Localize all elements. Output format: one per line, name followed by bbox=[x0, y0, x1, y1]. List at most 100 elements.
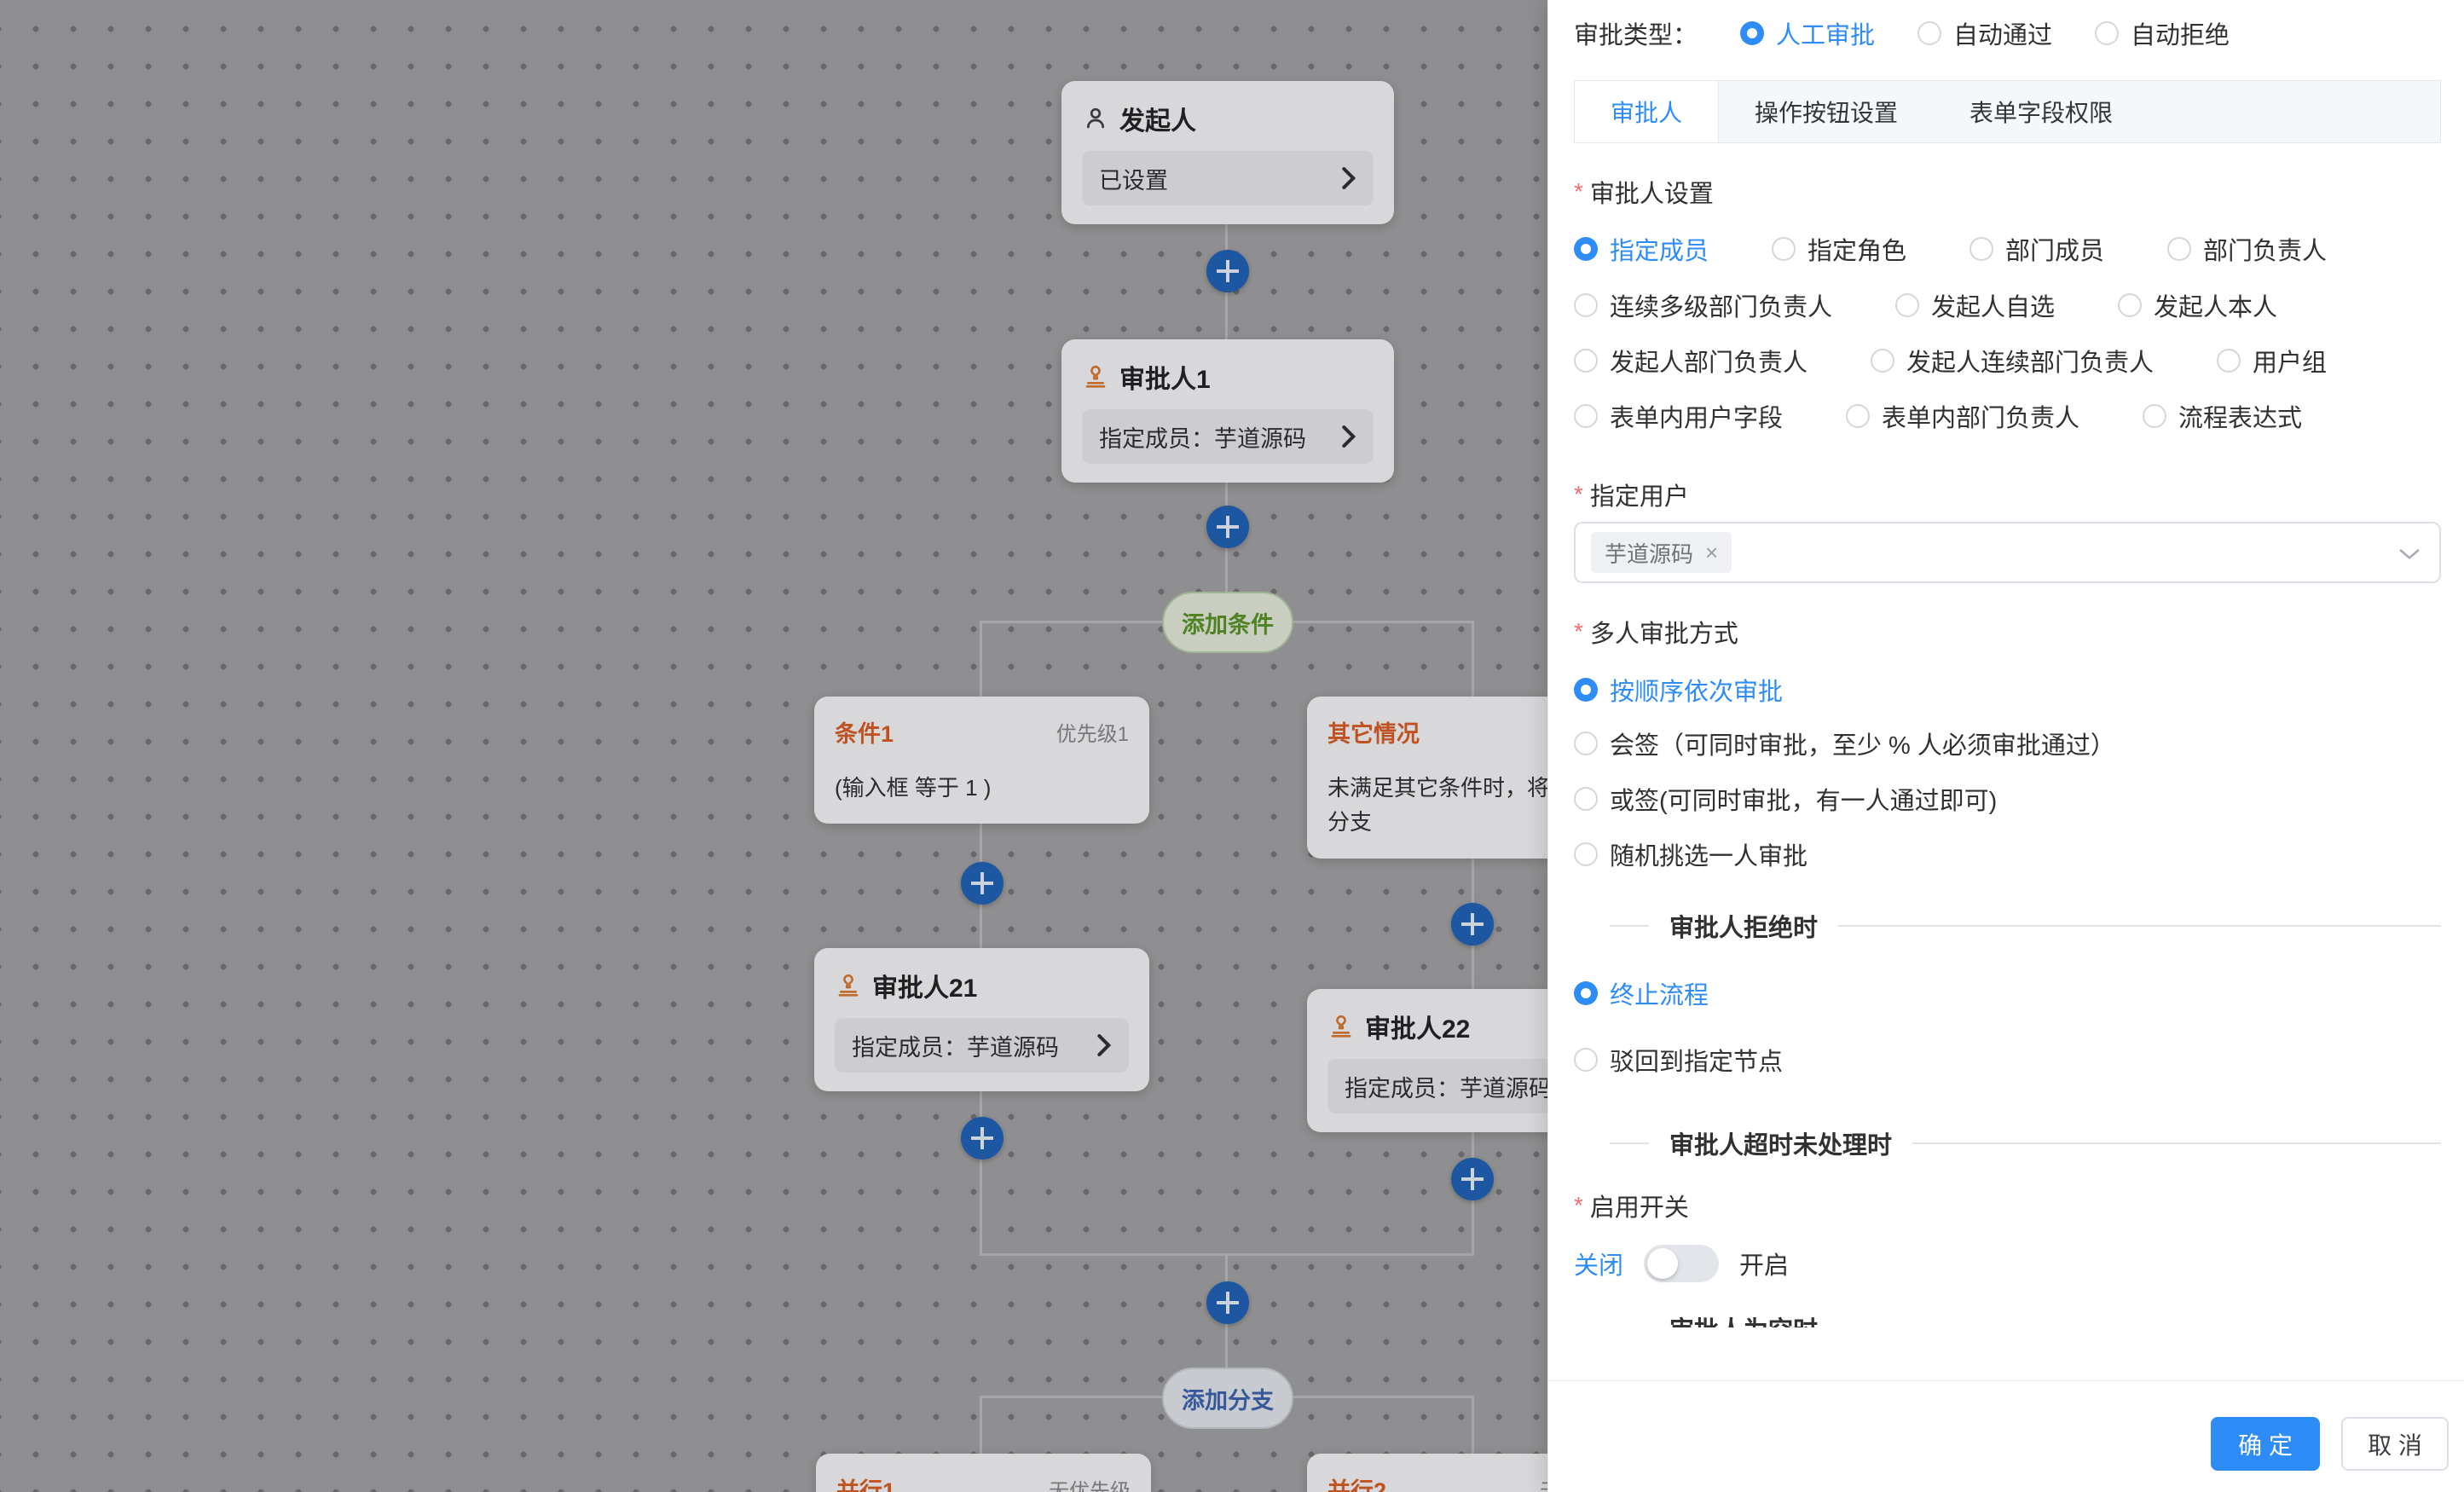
radio-dept-member[interactable]: 部门成员 bbox=[1969, 231, 2104, 267]
add-node-button[interactable] bbox=[1206, 250, 1249, 292]
connector-line bbox=[1472, 1397, 1474, 1454]
chevron-down-icon bbox=[2398, 546, 2421, 563]
radio-terminate-process[interactable]: 终止流程 bbox=[1574, 975, 1709, 1011]
radio-or-sign[interactable]: 或签(可同时审批，有一人通过即可) bbox=[1574, 781, 1997, 817]
cancel-button[interactable]: 取 消 bbox=[2341, 1417, 2449, 1471]
user-icon bbox=[1082, 105, 1109, 132]
workflow-canvas[interactable]: 发起人 已设置 审批人1 指定成员：芋道源码 添加条件 条件1 优先级1 (输入… bbox=[0, 0, 1547, 1492]
remove-tag-icon[interactable]: × bbox=[1705, 541, 1718, 564]
add-condition-label: 添加条件 bbox=[1182, 606, 1274, 639]
add-branch-label: 添加分支 bbox=[1182, 1382, 1274, 1415]
add-node-button[interactable] bbox=[1206, 506, 1249, 548]
radio-designated-role[interactable]: 指定角色 bbox=[1772, 231, 1906, 267]
drawer-scroll-area[interactable]: 审批类型： 人工审批 自动通过 自动拒绝 审批人 操作按钮设置 bbox=[1548, 0, 2464, 1327]
radio-label: 发起人连续部门负责人 bbox=[1906, 343, 2154, 379]
node-config-row[interactable]: 指定成员：芋道源码 bbox=[1082, 409, 1374, 464]
node-approver21[interactable]: 审批人21 指定成员：芋道源码 bbox=[814, 948, 1149, 1091]
connector-line bbox=[980, 1076, 982, 1255]
node-config-text: 指定成员：芋道源码 bbox=[852, 1029, 1059, 1062]
radio-auto-approve[interactable]: 自动通过 bbox=[1917, 15, 2052, 51]
radio-designated-member[interactable]: 指定成员 bbox=[1574, 231, 1709, 267]
timeout-section-divider: 审批人超时未处理时 bbox=[1574, 1125, 2441, 1162]
radio-dot bbox=[1871, 349, 1894, 373]
node-config-row[interactable]: 已设置 bbox=[1082, 151, 1374, 205]
radio-dept-leader[interactable]: 部门负责人 bbox=[2167, 231, 2327, 267]
node-condition1[interactable]: 条件1 优先级1 (输入框 等于 1 ) bbox=[814, 697, 1149, 824]
connector-line bbox=[1472, 622, 1474, 697]
radio-process-expression[interactable]: 流程表达式 bbox=[2143, 398, 2302, 434]
node-start[interactable]: 发起人 已设置 bbox=[1061, 81, 1394, 224]
node-config-text: 指定成员：芋道源码 bbox=[1345, 1070, 1552, 1103]
enable-switch-label: * 启用开关 bbox=[1574, 1188, 1689, 1223]
timeout-section-title: 审批人超时未处理时 bbox=[1669, 1125, 1892, 1161]
radio-auto-reject[interactable]: 自动拒绝 bbox=[2095, 15, 2230, 51]
radio-dot bbox=[1574, 293, 1598, 317]
assigned-user-select[interactable]: 芋道源码 × bbox=[1574, 522, 2441, 583]
radio-initiator-dept-leader[interactable]: 发起人部门负责人 bbox=[1574, 343, 1808, 379]
tab-label: 操作按钮设置 bbox=[1755, 95, 1898, 129]
radio-dot bbox=[2095, 21, 2119, 45]
add-node-button[interactable] bbox=[1206, 1281, 1249, 1324]
toggle-knob bbox=[1647, 1248, 1678, 1279]
radio-countersign[interactable]: 会签（可同时审批，至少 % 人必须审批通过） bbox=[1574, 726, 2115, 761]
node-approver1[interactable]: 审批人1 指定成员：芋道源码 bbox=[1061, 339, 1394, 483]
radio-initiator-multi-dept-leader[interactable]: 发起人连续部门负责人 bbox=[1871, 343, 2154, 379]
radio-dot bbox=[1574, 842, 1598, 866]
radio-form-dept-leader[interactable]: 表单内部门负责人 bbox=[1846, 398, 2079, 434]
approver-setup-label: * 审批人设置 bbox=[1574, 174, 1714, 210]
node-config-row[interactable]: 指定成员：芋道源码 bbox=[835, 1018, 1129, 1073]
radio-manual-approval[interactable]: 人工审批 bbox=[1740, 15, 1875, 51]
add-branch-button[interactable]: 添加分支 bbox=[1162, 1368, 1293, 1429]
radio-label: 部门成员 bbox=[2005, 231, 2104, 267]
timeout-toggle[interactable] bbox=[1644, 1245, 1719, 1282]
tab-button-settings[interactable]: 操作按钮设置 bbox=[1719, 81, 1934, 142]
radio-initiator-self[interactable]: 发起人本人 bbox=[2118, 287, 2277, 323]
radio-multi-level-dept-leader[interactable]: 连续多级部门负责人 bbox=[1574, 287, 1832, 323]
user-tag-label: 芋道源码 bbox=[1605, 537, 1693, 569]
radio-label: 按顺序依次审批 bbox=[1610, 672, 1783, 708]
footer-divider bbox=[1548, 1380, 2464, 1381]
radio-dot bbox=[1574, 981, 1598, 1005]
stamp-icon bbox=[1327, 1013, 1355, 1040]
radio-label: 指定角色 bbox=[1808, 231, 1906, 267]
timeout-switch-row: 关闭 开启 bbox=[1574, 1241, 1789, 1286]
radio-label: 部门负责人 bbox=[2203, 231, 2327, 267]
node-title: 审批人21 bbox=[872, 967, 977, 1004]
node-parallel1[interactable]: 并行1 无优先级 bbox=[816, 1454, 1151, 1492]
add-node-button[interactable] bbox=[961, 862, 1004, 905]
radio-dot bbox=[2143, 404, 2166, 428]
radio-user-group[interactable]: 用户组 bbox=[2217, 343, 2327, 379]
approver-setup-row2: 连续多级部门负责人 发起人自选 发起人本人 bbox=[1574, 286, 2277, 324]
approval-type-row: 审批类型： 人工审批 自动通过 自动拒绝 bbox=[1574, 15, 2230, 51]
radio-label: 或签(可同时审批，有一人通过即可) bbox=[1610, 781, 1997, 817]
radio-return-to-node[interactable]: 驳回到指定节点 bbox=[1574, 1042, 1783, 1078]
radio-label: 连续多级部门负责人 bbox=[1610, 287, 1832, 323]
radio-dot bbox=[1895, 293, 1919, 317]
radio-dot bbox=[2217, 349, 2241, 373]
radio-form-user-field[interactable]: 表单内用户字段 bbox=[1574, 398, 1783, 434]
add-node-button[interactable] bbox=[1451, 1158, 1494, 1200]
node-config-text: 已设置 bbox=[1099, 162, 1168, 195]
node-title: 审批人22 bbox=[1365, 1008, 1470, 1045]
reject-section-title: 审批人拒绝时 bbox=[1669, 908, 1818, 944]
reject-section-divider: 审批人拒绝时 bbox=[1574, 907, 2441, 945]
radio-dot bbox=[1574, 678, 1598, 702]
radio-dot bbox=[2167, 237, 2191, 261]
add-node-button[interactable] bbox=[1451, 903, 1494, 946]
radio-sequential-approval[interactable]: 按顺序依次审批 bbox=[1574, 672, 1783, 708]
tab-form-field-permissions[interactable]: 表单字段权限 bbox=[1934, 81, 2149, 142]
radio-label: 流程表达式 bbox=[2178, 398, 2302, 434]
tab-approver[interactable]: 审批人 bbox=[1575, 81, 1719, 142]
radio-dot bbox=[1574, 237, 1598, 261]
radio-label: 指定成员 bbox=[1610, 231, 1709, 267]
add-condition-button[interactable]: 添加条件 bbox=[1162, 592, 1293, 653]
multi-mode-option-row: 按顺序依次审批 bbox=[1574, 671, 1783, 708]
confirm-button[interactable]: 确 定 bbox=[2211, 1417, 2320, 1471]
radio-label: 表单内用户字段 bbox=[1610, 398, 1783, 434]
radio-initiator-choose[interactable]: 发起人自选 bbox=[1895, 287, 2055, 323]
add-node-button[interactable] bbox=[961, 1117, 1004, 1159]
connector-line bbox=[980, 622, 982, 697]
radio-label: 发起人本人 bbox=[2154, 287, 2277, 323]
parallel-title: 并行1 bbox=[836, 1472, 895, 1492]
radio-random-one[interactable]: 随机挑选一人审批 bbox=[1574, 836, 1808, 872]
